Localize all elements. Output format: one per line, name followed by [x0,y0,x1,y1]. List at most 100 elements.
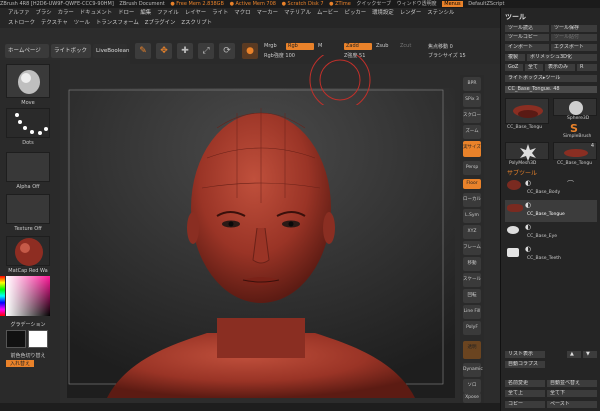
zoom-button[interactable]: ズーム [463,125,481,139]
menu-item[interactable]: テクスチャ [41,20,68,26]
tool-thumb-tongue[interactable] [505,98,549,124]
polyf-button[interactable]: PolyF [463,321,481,335]
menu-item[interactable]: ドキュメント [80,10,112,16]
bpr-button[interactable]: BPR [463,77,481,91]
move-up-button[interactable]: ▲ [567,351,581,358]
quicksave-button[interactable]: クイックセーブ [356,1,391,7]
line-fill-button[interactable]: Line Fill [463,305,481,319]
frame-button[interactable]: フレーム [463,241,481,255]
subtool-row[interactable]: ◐ CC_Base_Teeth [505,244,597,266]
tool-thumb-simplebrush[interactable]: S [553,121,597,135]
eye-icon[interactable]: ◐ [525,201,531,209]
menu-item[interactable]: レイヤー [185,10,206,16]
menu-item[interactable]: アルファ [8,10,30,16]
xpose-button[interactable]: Xpose [463,393,481,403]
menu-item[interactable]: ファイル [157,10,179,16]
all-down-button[interactable]: 全て下 [547,390,597,397]
paste-button[interactable]: ペースト [547,401,597,408]
copy-tool-button[interactable]: ツールコピー [505,34,549,41]
local-button[interactable]: ローカル [463,193,481,207]
menu-item[interactable]: ドロー [118,10,134,16]
xyz-button[interactable]: XYZ [463,225,481,239]
subtool-row[interactable]: ◐ ⌒ CC_Base_Body [505,178,597,200]
menu-item[interactable]: マテリアル [284,10,311,16]
goz-visible-button[interactable]: 表示のみ [545,64,575,71]
m-button[interactable]: M [318,43,322,49]
current-tool-slider[interactable]: CC_Base_Tongue. 48 [505,86,597,93]
export-button[interactable]: エクスポート [551,44,597,51]
auto-collapse-button[interactable]: 自動コラプス [505,361,545,368]
copy-button[interactable]: コピー [505,401,545,408]
zadd-button[interactable]: Zadd [344,43,372,50]
move-down-button[interactable]: ▼ [583,351,597,358]
goz-button[interactable]: GoZ [505,64,523,71]
tool-thumb-tongue-2[interactable]: 4 [553,142,597,160]
stroke-thumbnail[interactable] [6,108,50,138]
rename-button[interactable]: 名前変更 [505,380,545,387]
draw-icon[interactable]: ✥ [156,43,172,59]
home-page-button[interactable]: ホームページ [5,44,49,58]
move-icon[interactable]: ✚ [177,43,193,59]
rgb-button[interactable]: Rgb [286,43,314,50]
transparency-button[interactable]: ウィンドウ透明度 [397,1,437,7]
solo-button[interactable]: ソロ [463,379,481,393]
list-all-button[interactable]: リスト表示 [505,351,545,358]
dynamic-button[interactable]: Dynamic [463,363,483,377]
menu-item[interactable]: ライト [212,10,228,16]
menu-item[interactable]: 編集 [140,10,151,16]
lsym-button[interactable]: L.Sym [463,209,481,223]
zsub-button[interactable]: Zsub [376,43,388,49]
all-up-button[interactable]: 全て上 [505,390,545,397]
transp-button[interactable]: 透明 [463,341,481,359]
canvas-viewport[interactable] [67,88,455,398]
scale-icon[interactable]: ⤢ [198,43,214,59]
edit-icon[interactable]: ✎ [135,43,151,59]
make-polymesh-button[interactable]: ポリメッシュ3D化 [527,54,597,61]
rotate-icon[interactable]: ⟳ [219,43,235,59]
menu-item[interactable]: 環境設定 [372,10,394,16]
menu-item[interactable]: ツール [74,20,90,26]
menu-item[interactable]: トランスフォーム [96,20,139,26]
menu-item[interactable]: Zスクリプト [181,20,212,26]
texture-thumbnail[interactable] [6,194,50,224]
material-swatch[interactable]: ● [242,43,258,59]
menu-item[interactable]: ピッカー [345,10,367,16]
default-zscript-button[interactable]: DefaultZScript [468,1,504,7]
material-thumbnail[interactable] [6,236,50,266]
menu-item[interactable]: ムービー [317,10,339,16]
menu-item[interactable]: ステンシル [427,10,454,16]
save-tool-button[interactable]: ツール保存 [551,25,597,32]
goz-all-button[interactable]: 全て [525,64,543,71]
load-tool-button[interactable]: ツール読込 [505,25,549,32]
import-button[interactable]: インポート [505,44,549,51]
menu-item[interactable]: ブラシ [36,10,52,16]
tool-thumb-sphere[interactable] [553,98,597,116]
main-color-swatch[interactable] [6,330,26,348]
draw-size-slider[interactable]: ブラシサイズ 15 [428,52,466,59]
rotate-view-button[interactable]: 回転 [463,289,481,303]
hue-bar[interactable] [0,276,5,316]
menu-item[interactable]: カラー [58,10,74,16]
alpha-thumbnail[interactable] [6,152,50,182]
subtool-header[interactable]: サブツール [507,168,537,177]
clone-button[interactable]: 複製 [505,54,525,61]
focal-shift-slider[interactable]: 焦点移動 0 [428,43,453,50]
actual-size-button[interactable]: 実サイズ [463,141,481,157]
menu-item[interactable]: Zプラグイン [145,20,176,26]
auto-reorder-button[interactable]: 自動並べ替え [547,380,597,387]
switch-color-button[interactable]: 前色色切り替え [6,352,50,359]
menu-item[interactable]: レンダー [400,10,422,16]
paste-tool-button[interactable]: ツール貼付 [551,34,597,41]
move-view-button[interactable]: 移動 [463,257,481,271]
eye-icon[interactable]: ◐ [525,245,531,253]
subtool-row[interactable]: ◐ CC_Base_Eye [505,222,597,244]
goz-r-button[interactable]: R [577,64,597,71]
rgb-intensity-slider[interactable]: Rgb強度 100 [264,52,295,59]
lightbox-button[interactable]: ライトボックス [51,44,91,68]
menu-item[interactable]: マーカー [256,10,278,16]
menus-button[interactable]: Menus [442,1,463,7]
color-picker[interactable] [0,276,50,316]
menu-item[interactable]: マクロ [234,10,250,16]
secondary-color-swatch[interactable] [28,330,48,348]
eye-icon[interactable]: ◐ [525,223,531,231]
